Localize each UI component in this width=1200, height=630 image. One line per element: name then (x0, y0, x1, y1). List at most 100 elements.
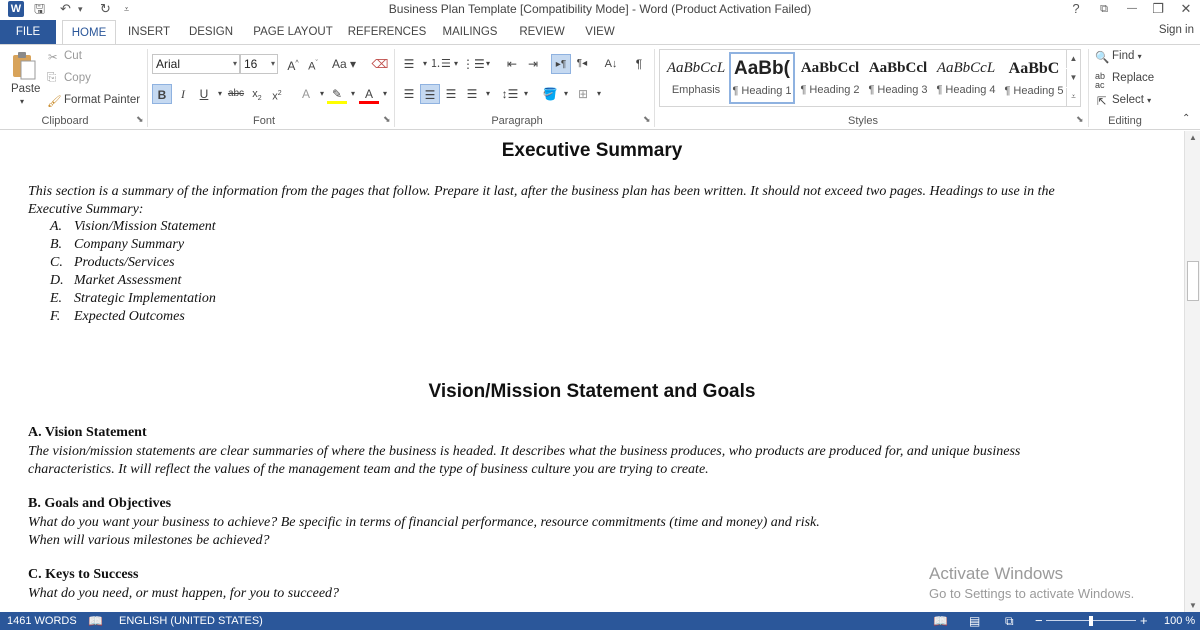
style-heading-2[interactable]: AaBbCcl ¶ Heading 2 (797, 52, 863, 104)
justify-dropdown-icon[interactable]: ▾ (478, 84, 498, 104)
sign-in-link[interactable]: Sign in (1159, 24, 1194, 36)
activate-windows-watermark: Activate Windows Go to Settings to activ… (929, 564, 1134, 601)
find-button[interactable]: Find ▾ (1112, 50, 1142, 62)
status-bar: 1461 WORDS 📖 ENGLISH (UNITED STATES) 📖 ▤… (0, 612, 1200, 630)
divider (147, 49, 148, 127)
subheading-keys-to-success: C. Keys to Success (28, 567, 139, 582)
paragraph-launcher-icon[interactable]: ⬊ (643, 114, 651, 125)
tab-references[interactable]: REFERENCES (346, 20, 428, 44)
zoom-level[interactable]: 100 % (1164, 612, 1195, 630)
ribbon-home: Paste ▾ ✂ Cut ⎘ Copy 🖌 Format Painter Cl… (0, 44, 1200, 130)
print-layout-icon[interactable]: ▤ (969, 612, 980, 630)
format-painter-icon: 🖌 (47, 96, 62, 108)
change-case-icon[interactable]: Aa ▾ (330, 54, 358, 74)
ribbon-display-options-button[interactable]: ⧉ (1092, 0, 1116, 18)
copy-icon: ⎘ (47, 72, 57, 84)
tab-file[interactable]: FILE (0, 20, 56, 44)
language-indicator[interactable]: ENGLISH (UNITED STATES) (119, 612, 263, 630)
tab-home[interactable]: HOME (62, 20, 116, 45)
font-name-box[interactable]: Arial ▾ (152, 54, 240, 74)
select-button[interactable]: Select ▾ (1112, 94, 1151, 106)
bold-icon[interactable]: B (152, 84, 172, 104)
font-name-dropdown-icon[interactable]: ▾ (233, 55, 237, 73)
scroll-up-icon[interactable]: ▲ (1185, 133, 1200, 142)
paste-icon[interactable] (10, 51, 38, 81)
close-button[interactable]: ✕ (1174, 0, 1198, 18)
list-item: C. Products/Services (50, 255, 175, 270)
italic-icon[interactable]: I (173, 84, 193, 104)
replace-icon: ab ac (1095, 71, 1106, 90)
vertical-scrollbar[interactable]: ▲ ▼ (1184, 131, 1200, 612)
collapse-ribbon-icon[interactable]: ⌃ (1182, 113, 1190, 124)
paste-dropdown-icon[interactable]: ▾ (20, 97, 24, 106)
tab-view[interactable]: VIEW (580, 20, 620, 44)
select-icon: ⇱ (1097, 96, 1107, 108)
align-center-icon[interactable]: ☰ (420, 84, 440, 104)
font-color-dropdown-icon[interactable]: ▾ (375, 84, 395, 104)
divider (654, 49, 655, 127)
subscript-icon[interactable]: x2 (247, 84, 267, 104)
decrease-indent-icon[interactable]: ⇤ (502, 54, 522, 74)
show-formatting-marks-icon[interactable]: ¶ (629, 54, 649, 74)
styles-group-label: Styles (848, 115, 878, 127)
superscript-icon[interactable]: x2 (267, 84, 287, 104)
copy-button[interactable]: Copy (64, 72, 91, 84)
strikethrough-icon[interactable]: abc (226, 84, 246, 104)
styles-scroll-up-icon[interactable]: ▲ (1066, 50, 1080, 68)
zoom-in-icon[interactable]: + (1140, 612, 1148, 630)
read-mode-icon[interactable]: 📖 (933, 612, 948, 630)
line-spacing-dropdown-icon[interactable]: ▾ (516, 84, 536, 104)
goals-paragraph-line-2: When will various milestones be achieved… (28, 533, 270, 548)
minimize-button[interactable]: — (1120, 0, 1144, 18)
tab-mailings[interactable]: MAILINGS (438, 20, 502, 44)
sort-icon[interactable]: A↓ (601, 54, 621, 74)
styles-launcher-icon[interactable]: ⬊ (1076, 114, 1084, 125)
help-button[interactable]: ? (1064, 0, 1088, 18)
style-heading-1[interactable]: AaBb( ¶ Heading 1 (729, 52, 795, 104)
style-heading-5[interactable]: AaBbC ¶ Heading 5 (1001, 52, 1067, 104)
word-count[interactable]: 1461 WORDS (7, 612, 77, 630)
scrollbar-thumb[interactable] (1187, 261, 1199, 301)
replace-button[interactable]: Replace (1112, 72, 1154, 84)
styles-scroll-down-icon[interactable]: ▼ (1066, 69, 1080, 87)
exec-summary-paragraph-line-1: This section is a summary of the informa… (28, 184, 1055, 199)
tab-page-layout[interactable]: PAGE LAYOUT (250, 20, 336, 44)
clipboard-launcher-icon[interactable]: ⬊ (136, 114, 144, 125)
ltr-direction-icon[interactable]: ▸¶ (551, 54, 571, 74)
cut-button[interactable]: Cut (64, 50, 82, 62)
list-item: E. Strategic Implementation (50, 291, 216, 306)
style-emphasis[interactable]: AaBbCcL Emphasis (663, 52, 729, 104)
style-heading-3[interactable]: AaBbCcl ¶ Heading 3 (865, 52, 931, 104)
styles-more-icon[interactable]: ⩡ (1066, 88, 1080, 106)
multilevel-dropdown-icon[interactable]: ▾ (478, 54, 498, 74)
tab-design[interactable]: DESIGN (184, 20, 238, 44)
format-painter-button[interactable]: Format Painter (64, 94, 140, 106)
clear-formatting-icon[interactable]: ⌫ (370, 54, 390, 74)
grow-font-icon[interactable]: A^ (283, 54, 303, 74)
increase-indent-icon[interactable]: ⇥ (523, 54, 543, 74)
borders-dropdown-icon[interactable]: ▾ (589, 84, 609, 104)
font-size-box[interactable]: 16 ▾ (240, 54, 278, 74)
align-right-icon[interactable]: ☰ (441, 84, 461, 104)
shrink-font-icon[interactable]: Aˇ (303, 54, 323, 74)
restore-button[interactable]: ❐ (1146, 0, 1170, 18)
proofing-icon[interactable]: 📖 (88, 612, 103, 630)
zoom-out-icon[interactable]: − (1035, 612, 1043, 630)
style-heading-4[interactable]: AaBbCcL ¶ Heading 4 (933, 52, 999, 104)
paste-button[interactable]: Paste (11, 83, 40, 95)
title-bar: W 🖫 ↶ ▾ ↻ ⩡ Business Plan Template [Comp… (0, 0, 1200, 20)
document-page[interactable]: Executive Summary This section is a summ… (0, 131, 1184, 612)
ribbon-tabs: FILE HOME INSERT DESIGN PAGE LAYOUT REFE… (0, 20, 1200, 45)
tab-insert[interactable]: INSERT (124, 20, 174, 44)
tab-review[interactable]: REVIEW (514, 20, 570, 44)
find-icon: 🔍 (1095, 52, 1110, 64)
watermark-subtitle: Go to Settings to activate Windows. (929, 586, 1135, 601)
font-launcher-icon[interactable]: ⬊ (383, 114, 391, 125)
zoom-slider-thumb[interactable] (1089, 616, 1093, 626)
align-left-icon[interactable]: ☰ (399, 84, 419, 104)
web-layout-icon[interactable]: ⧉ (1005, 612, 1014, 630)
rtl-direction-icon[interactable]: ¶◂ (572, 54, 592, 74)
styles-gallery: AaBbCcL Emphasis AaBb( ¶ Heading 1 AaBbC… (659, 49, 1081, 107)
font-size-dropdown-icon[interactable]: ▾ (271, 55, 275, 73)
scroll-down-icon[interactable]: ▼ (1185, 601, 1200, 610)
